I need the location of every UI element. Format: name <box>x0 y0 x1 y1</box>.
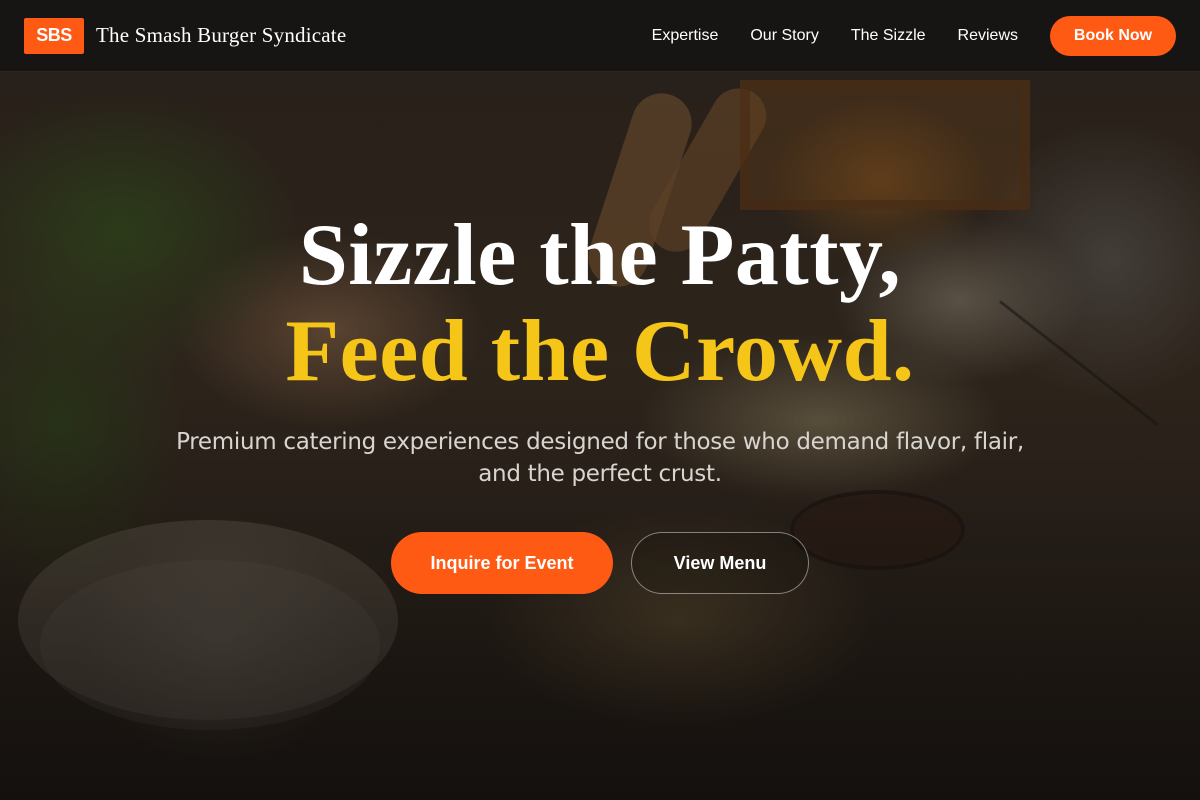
headline-line-2: Feed the Crowd. <box>285 303 915 400</box>
book-now-button[interactable]: Book Now <box>1050 15 1176 56</box>
hero-cta-row: Inquire for Event View Menu <box>0 532 1200 594</box>
nav-link-reviews[interactable]: Reviews <box>958 27 1018 45</box>
nav-link-expertise[interactable]: Expertise <box>652 27 719 45</box>
hero-section: Sizzle the Patty, Feed the Crowd. Premiu… <box>0 208 1200 594</box>
logo-badge[interactable]: SBS <box>24 17 84 54</box>
nav-links: Expertise Our Story The Sizzle Reviews B… <box>652 15 1176 56</box>
top-navigation-bar: SBS The Smash Burger Syndicate Expertise… <box>0 0 1200 72</box>
brand-name[interactable]: The Smash Burger Syndicate <box>96 23 346 48</box>
nav-link-our-story[interactable]: Our Story <box>750 27 818 45</box>
nav-link-the-sizzle[interactable]: The Sizzle <box>851 27 926 45</box>
inquire-for-event-button[interactable]: Inquire for Event <box>391 532 613 594</box>
headline-line-1: Sizzle the Patty, <box>298 207 902 304</box>
hero-headline: Sizzle the Patty, Feed the Crowd. <box>0 208 1200 400</box>
hero-subheadline: Premium catering experiences designed fo… <box>176 429 1024 487</box>
view-menu-button[interactable]: View Menu <box>631 532 809 594</box>
